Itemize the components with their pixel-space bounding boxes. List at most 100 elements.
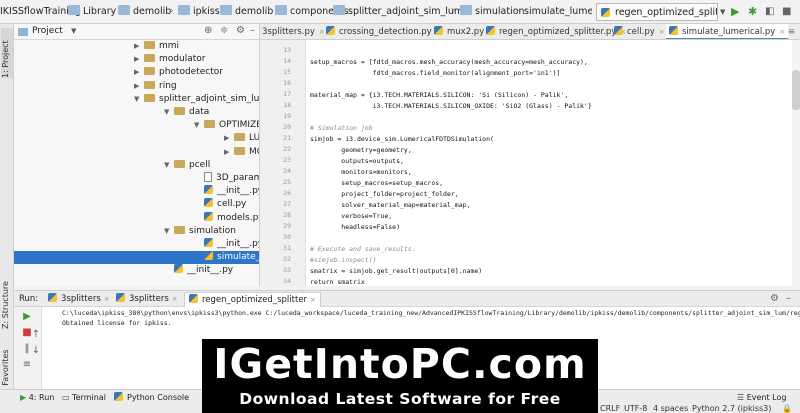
tree-item[interactable]: ▼ OPTIMIZED_SPLITTER [14, 119, 259, 132]
folder-icon [118, 5, 130, 15]
chevron-right-icon[interactable]: ▶ [224, 146, 234, 159]
chevron-down-icon[interactable]: ▼ [720, 3, 730, 21]
gear-icon[interactable]: ⚙ [770, 293, 779, 304]
tree-item[interactable]: 3D_parameters.txt [14, 172, 259, 185]
event-log-tool-tab[interactable]: ☰ Event Log [737, 392, 786, 404]
chevron-down-icon[interactable]: ▼ [194, 119, 204, 132]
run-tab-3splitters-2[interactable]: 3splitters × [116, 292, 178, 307]
tree-item[interactable]: cell.py [14, 198, 259, 211]
chevron-right-icon[interactable]: ▶ [134, 66, 144, 79]
run-tab-regen-optimized-splitter[interactable]: regen_optimized_splitter × [184, 292, 321, 307]
tree-item[interactable]: __init__.py [14, 238, 259, 251]
tree-item[interactable]: models.py [14, 211, 259, 225]
line-separator-status[interactable]: CRLF [600, 404, 620, 413]
collapse-icon[interactable]: ≑ [220, 25, 228, 36]
breadcrumb-item[interactable]: demolib [118, 4, 171, 20]
soft-wrap-icon[interactable]: ≡ [21, 359, 33, 371]
scrollbar-thumb[interactable] [792, 70, 800, 110]
breadcrumb-item[interactable]: simulation [460, 4, 525, 20]
line-number: 23 [283, 156, 291, 164]
tree-item[interactable]: ▼ data [14, 106, 259, 119]
tab-regen-optimized-splitter[interactable]: regen_optimized_splitter.py × [486, 24, 626, 39]
hide-icon[interactable]: – [786, 293, 791, 304]
scroll-up-icon[interactable]: ↑ [30, 329, 42, 341]
tree-item[interactable]: ▶ photodetector [14, 66, 259, 79]
chevron-down-icon[interactable]: ▼ [164, 106, 174, 119]
hide-icon[interactable]: – [250, 25, 255, 36]
tree-item[interactable]: ▼ pcell [14, 159, 259, 172]
run-icon[interactable]: ▶ [731, 3, 743, 21]
chevron-down-icon[interactable]: ▼ [164, 159, 174, 172]
gear-icon[interactable]: ⚙ [236, 25, 245, 36]
folder-icon [174, 107, 185, 115]
interpreter-status[interactable]: Python 2.7 (ipkiss3) [692, 404, 771, 413]
chevron-down-icon[interactable]: ▼ [71, 27, 76, 35]
chevron-down-icon[interactable]: ▼ [164, 225, 174, 238]
run-tab-3splitters[interactable]: 3splitters × [48, 292, 110, 307]
terminal-tool-tab[interactable]: ▭ Terminal [62, 392, 106, 404]
editor-scrollbar[interactable] [792, 40, 800, 286]
breadcrumb-item[interactable]: demolib [220, 4, 273, 20]
code-line: # Execute and save_results. [310, 245, 416, 253]
tree-item-label: mmi [159, 41, 180, 51]
folder-icon [204, 120, 215, 129]
tree-item[interactable]: ▶ LUM [14, 132, 259, 145]
tree-item[interactable]: simulate_lumerical.py [14, 251, 259, 265]
tree-item[interactable]: ▶ mmi [14, 40, 259, 53]
lock-icon[interactable]: 🔒 [782, 404, 792, 413]
tree-item[interactable]: ▶ ring [14, 80, 259, 93]
code-line: geometry=geometry, [310, 146, 412, 154]
line-number: 14 [283, 57, 291, 65]
code-editor[interactable]: setup_macros = [fdtd_macros.mesh_accurac… [306, 40, 800, 286]
tab-3splitters[interactable]: 3splitters.py × [262, 24, 325, 39]
tree-item[interactable]: ▶ MODEL [14, 146, 259, 159]
left-tool-strip: 1: Project Z: Structure 2: Favorites [0, 24, 14, 413]
debug-icon[interactable]: ✱ [748, 3, 760, 21]
scroll-down-icon[interactable]: ↓ [30, 345, 42, 357]
tab-cell[interactable]: cell.py × [614, 24, 665, 39]
close-icon[interactable]: × [172, 295, 178, 303]
chevron-down-icon[interactable]: ▼ [134, 93, 144, 106]
tab-simulate-lumerical[interactable]: simulate_lumerical.py × [666, 24, 789, 39]
python-console-tool-tab[interactable]: Python Console [114, 392, 189, 404]
close-icon[interactable]: × [659, 28, 665, 36]
breadcrumb-item[interactable]: splitter_adjoint_sim_lum [333, 4, 463, 20]
chevron-right-icon[interactable]: ▶ [134, 53, 144, 66]
tree-item[interactable]: __init__.py [14, 264, 259, 277]
close-icon[interactable]: × [310, 296, 316, 304]
indent-status[interactable]: 4 spaces [653, 404, 688, 413]
rerun-icon[interactable]: ▶ [21, 311, 33, 323]
coverage-icon[interactable]: ◧ [765, 3, 777, 21]
tree-item[interactable]: ▶ modulator [14, 53, 259, 66]
chevron-right-icon[interactable]: ▶ [224, 132, 234, 145]
breadcrumb-item[interactable]: Library [68, 4, 116, 20]
folder-icon [144, 41, 155, 49]
python-file-icon [204, 185, 213, 195]
breadcrumb-item[interactable]: simulate_lumerical.py [524, 4, 592, 20]
code-line: outputs=outputs, [310, 157, 404, 165]
line-number: 27 [283, 200, 291, 208]
chevron-right-icon[interactable]: ▶ [134, 40, 144, 53]
project-panel-title[interactable]: Project [32, 26, 63, 36]
close-icon[interactable]: × [779, 28, 785, 36]
tree-item[interactable]: __init__.py [14, 185, 259, 198]
stop-icon[interactable]: ■ [782, 3, 794, 21]
encoding-status[interactable]: UTF-8 [624, 404, 647, 413]
tree-item[interactable]: ▼ splitter_adjoint_sim_lum [14, 93, 259, 106]
tab-crossing-detection[interactable]: crossing_detection.py× [326, 24, 442, 39]
structure-tool-tab[interactable]: Z: Structure [1, 274, 13, 329]
close-icon[interactable]: × [319, 28, 325, 36]
target-icon[interactable]: ⊕ [204, 25, 212, 36]
banner-subtitle: Download Latest Software for Free [239, 390, 561, 408]
tree-item[interactable]: ▼ simulation [14, 225, 259, 238]
folder-icon [174, 225, 185, 234]
project-tool-tab[interactable]: 1: Project [1, 28, 13, 78]
close-icon[interactable]: × [104, 295, 110, 303]
run-label: Run: [19, 294, 39, 304]
run-tool-tab[interactable]: ▶ 4: Run [20, 392, 54, 404]
favorites-tool-tab[interactable]: 2: Favorites [1, 336, 13, 396]
tab-overflow-icon[interactable]: ≡ [788, 24, 795, 39]
chevron-right-icon[interactable]: ▶ [134, 80, 144, 93]
breadcrumb-separator: › [516, 6, 520, 16]
run-configuration-dropdown[interactable]: regen_optimized_splitter [596, 3, 718, 21]
